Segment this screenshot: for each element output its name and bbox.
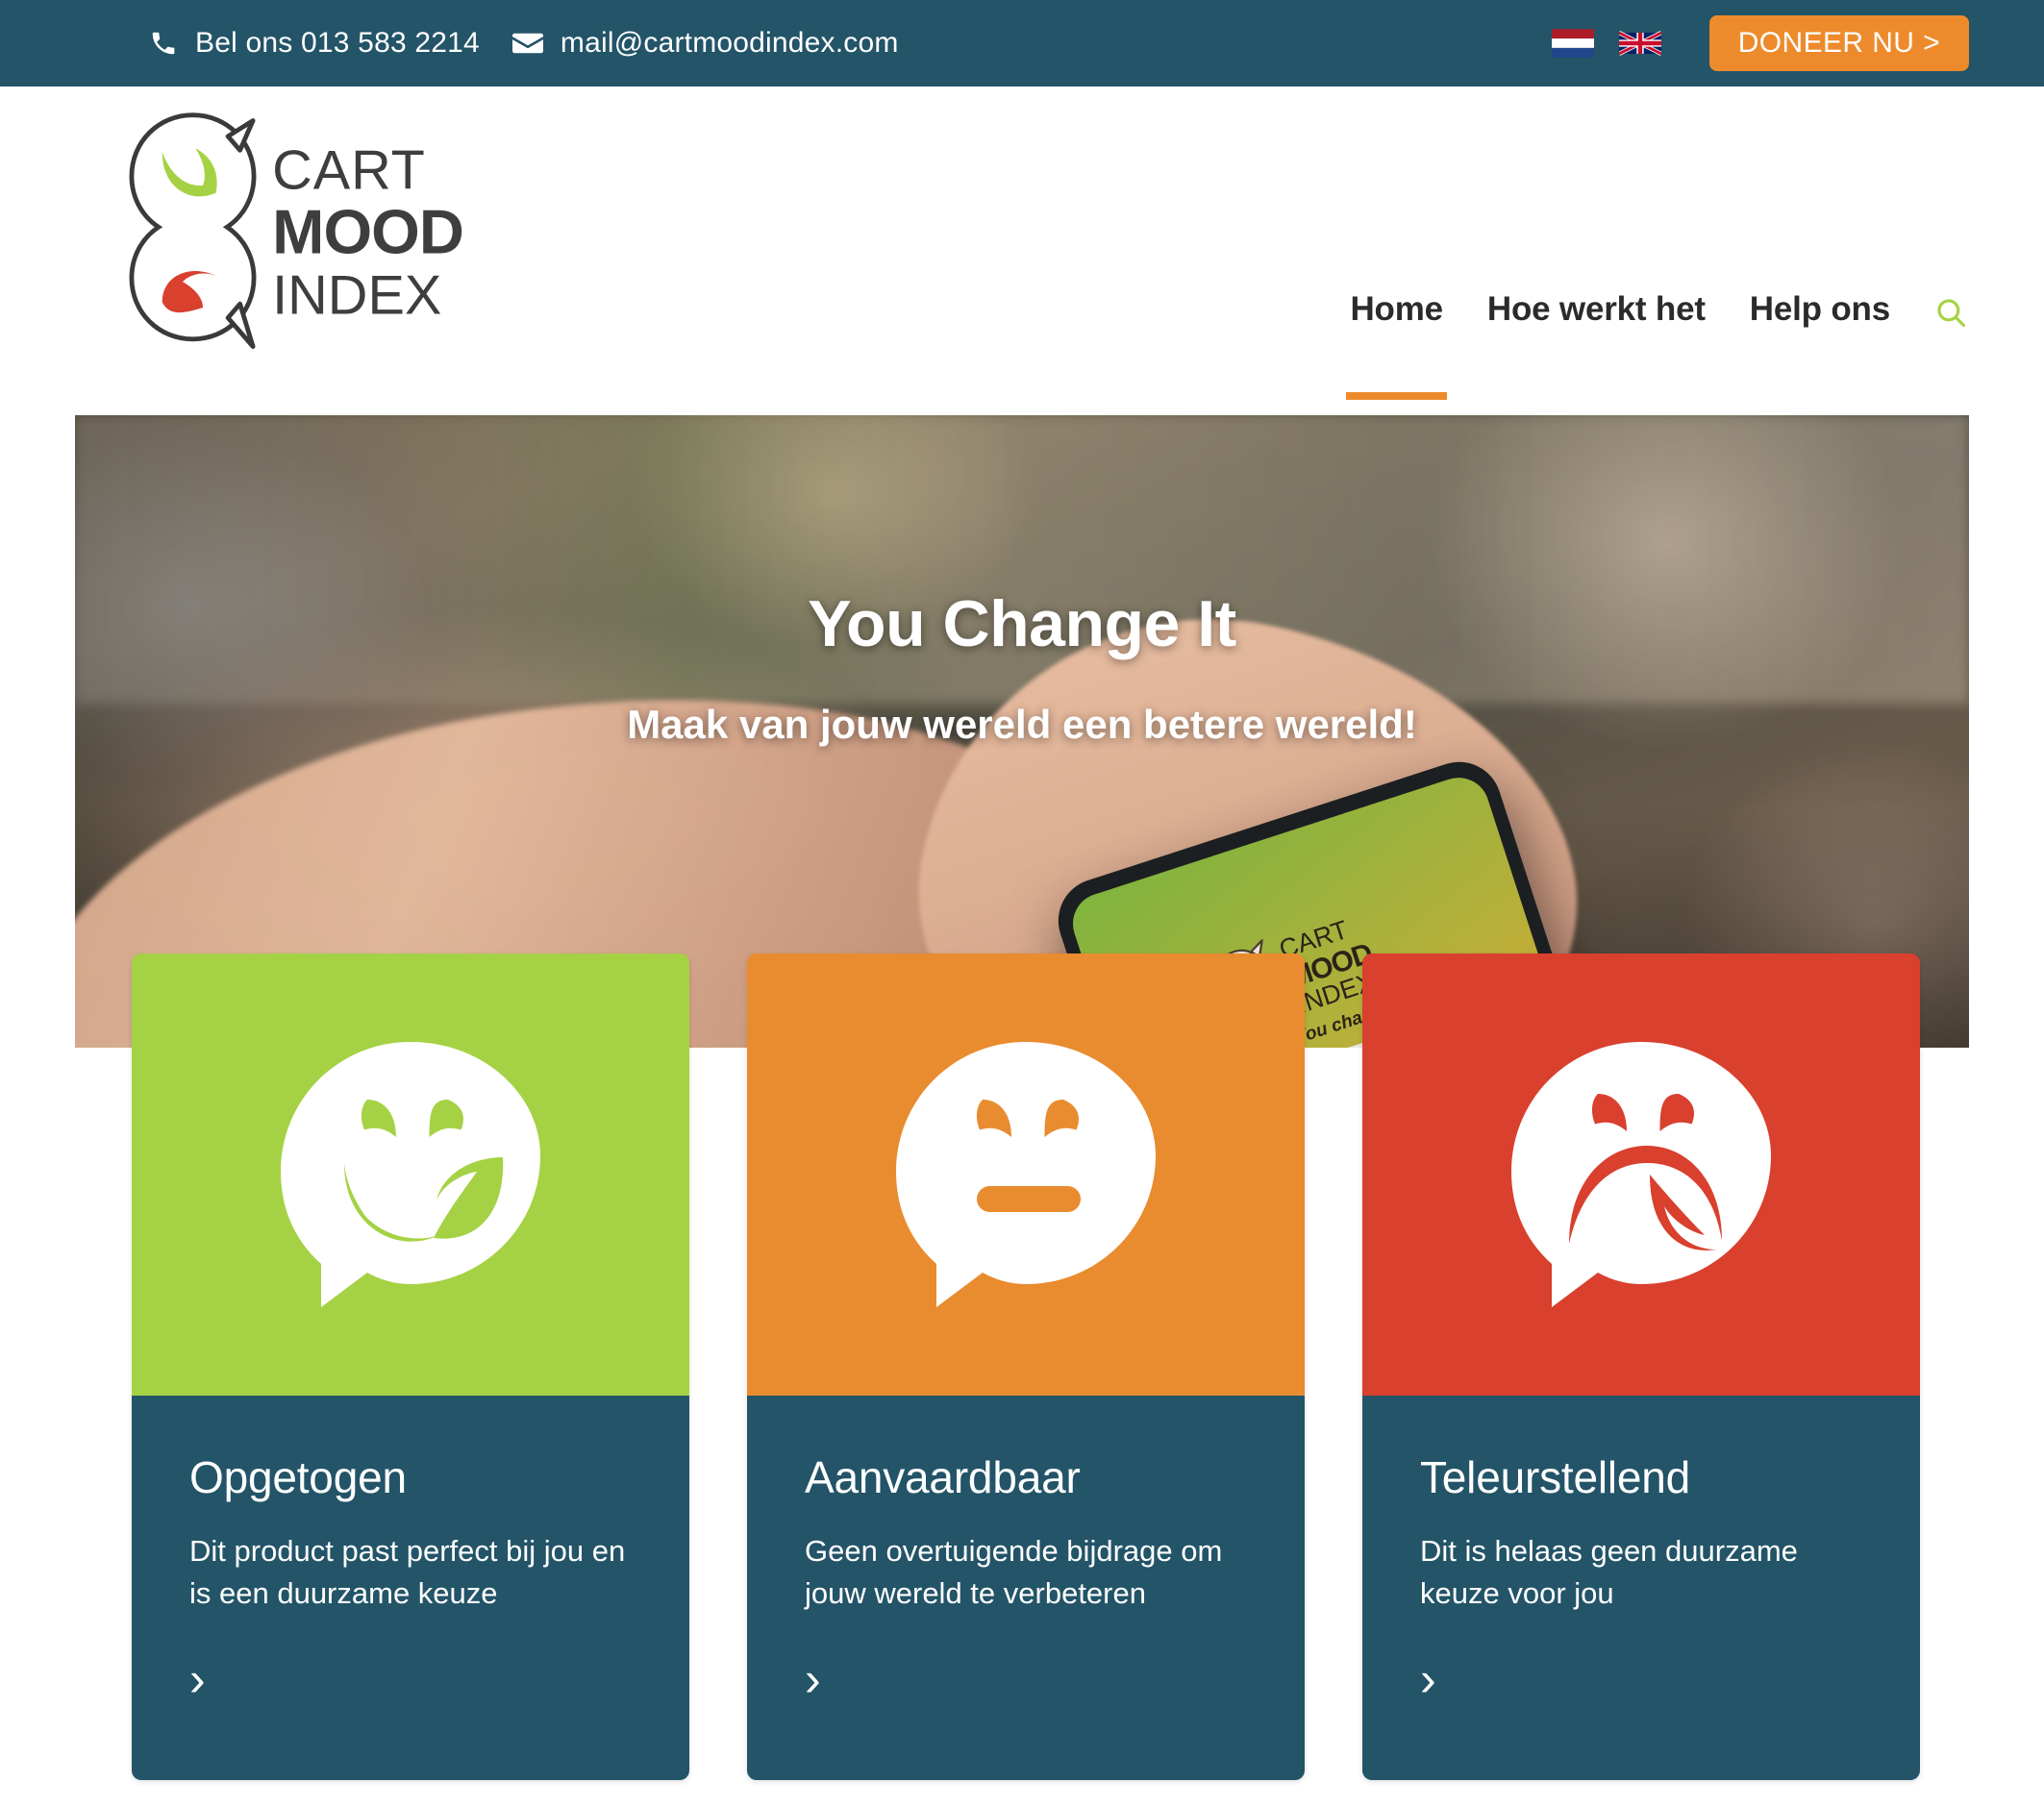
mood-card-teleurstellend-icon-area: [1362, 953, 1920, 1396]
site-header: CART MOOD INDEX Home Hoe werkt het Help …: [0, 87, 2044, 415]
search-icon[interactable]: [1934, 296, 1967, 340]
topbar-contacts: Bel ons 013 583 2214 mail@cartmoodindex.…: [149, 27, 899, 60]
svg-text:CART: CART: [272, 142, 426, 201]
mood-card-aanvaardbaar-arrow-icon[interactable]: ›: [805, 1655, 1247, 1703]
smiley-happy-leaf-icon: [266, 1030, 555, 1319]
phone-icon: [149, 29, 178, 58]
envelope-icon: [511, 31, 543, 56]
hero-title: You Change It: [808, 587, 1236, 660]
mood-card-opgetogen-arrow-icon[interactable]: ›: [189, 1655, 632, 1703]
smiley-sad-leaf-icon: [1497, 1030, 1785, 1319]
mood-card-aanvaardbaar-body: Aanvaardbaar Geen overtuigende bijdrage …: [747, 1396, 1305, 1780]
smiley-neutral-icon: [882, 1030, 1170, 1319]
mood-card-opgetogen-title: Opgetogen: [189, 1452, 407, 1502]
mood-card-opgetogen-body: Opgetogen Dit product past perfect bij j…: [132, 1396, 689, 1780]
top-contact-bar: Bel ons 013 583 2214 mail@cartmoodindex.…: [0, 0, 2044, 87]
hero-subtitle: Maak van jouw wereld een betere wereld!: [627, 702, 1417, 747]
mood-card-opgetogen-icon-area: [132, 953, 689, 1396]
nav-item-home[interactable]: Home: [1346, 290, 1448, 400]
mood-card-teleurstellend-arrow-icon[interactable]: ›: [1420, 1655, 1862, 1703]
mood-card-teleurstellend-desc: Dit is helaas geen duurzame keuze voor j…: [1420, 1534, 1798, 1611]
email-text: mail@cartmoodindex.com: [560, 27, 899, 59]
topbar-actions: DONEER NU >: [1551, 0, 1969, 87]
nav-item-hoe-werkt-het[interactable]: Hoe werkt het: [1487, 290, 1706, 340]
nav-item-help-ons[interactable]: Help ons: [1750, 290, 1890, 340]
mood-card-aanvaardbaar-icon-area: [747, 953, 1305, 1396]
site-logo[interactable]: CART MOOD INDEX: [123, 108, 532, 359]
main-navigation: Home Hoe werkt het Help ons: [1346, 290, 1967, 400]
mood-card-aanvaardbaar-desc: Geen overtuigende bijdrage om jouw werel…: [805, 1534, 1223, 1611]
mood-card-aanvaardbaar[interactable]: Aanvaardbaar Geen overtuigende bijdrage …: [747, 953, 1305, 1780]
svg-text:INDEX: INDEX: [272, 264, 441, 320]
mood-card-opgetogen[interactable]: Opgetogen Dit product past perfect bij j…: [132, 953, 689, 1780]
svg-text:MOOD: MOOD: [272, 196, 463, 266]
logo-wordmark: CART MOOD INDEX: [272, 139, 532, 326]
mood-card-teleurstellend[interactable]: Teleurstellend Dit is helaas geen duurza…: [1362, 953, 1920, 1780]
phone-link[interactable]: Bel ons 013 583 2214: [149, 27, 480, 60]
mood-cards: Opgetogen Dit product past perfect bij j…: [132, 953, 1920, 1780]
mood-card-aanvaardbaar-title: Aanvaardbaar: [805, 1452, 1081, 1502]
mood-card-teleurstellend-title: Teleurstellend: [1420, 1452, 1691, 1502]
logo-mark-icon: [123, 108, 262, 359]
mood-card-opgetogen-desc: Dit product past perfect bij jou en is e…: [189, 1534, 626, 1611]
flag-en-icon[interactable]: [1618, 29, 1661, 58]
mood-card-teleurstellend-body: Teleurstellend Dit is helaas geen duurza…: [1362, 1396, 1920, 1780]
phone-text: Bel ons 013 583 2214: [195, 27, 480, 59]
flag-nl-icon[interactable]: [1551, 29, 1594, 58]
email-link[interactable]: mail@cartmoodindex.com: [511, 27, 899, 60]
donate-button[interactable]: DONEER NU >: [1708, 15, 1969, 71]
